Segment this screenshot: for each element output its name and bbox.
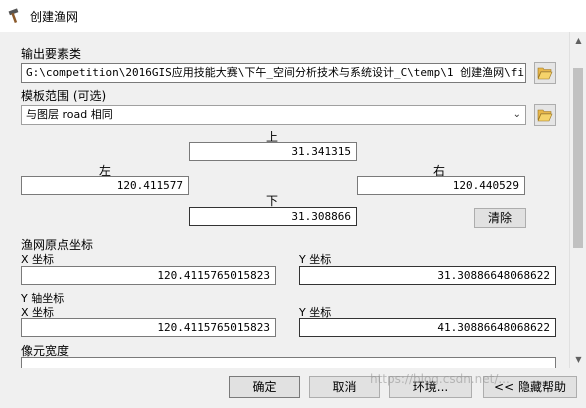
output-path-input[interactable]: G:\competition\2016GIS应用技能大赛\下午_空间分析技术与系… (21, 63, 526, 83)
vertical-scrollbar[interactable]: ▲ ▼ (569, 32, 586, 368)
bottom-input[interactable]: 31.308866 (189, 207, 357, 226)
scroll-down-icon[interactable]: ▼ (570, 351, 586, 368)
clear-button[interactable]: 清除 (474, 208, 526, 228)
title-bar: 创建渔网 (0, 0, 586, 32)
cell-width-input[interactable] (21, 357, 556, 368)
output-label: 输出要素类 (21, 47, 82, 61)
browse-template-button[interactable] (534, 104, 556, 126)
browse-output-button[interactable] (534, 62, 556, 84)
origin-y-input[interactable]: 31.30886648068622 (299, 266, 556, 285)
hammer-icon (8, 8, 19, 24)
ok-button[interactable]: 确定 (229, 376, 300, 398)
scroll-thumb[interactable] (573, 68, 583, 248)
template-extent-select[interactable]: 与图层 road 相同 ⌄ (21, 105, 526, 125)
form-panel: 输出要素类 G:\competition\2016GIS应用技能大赛\下午_空间… (0, 32, 586, 368)
window-title: 创建渔网 (30, 10, 79, 24)
top-input[interactable]: 31.341315 (189, 142, 357, 161)
template-extent-label: 模板范围 (可选) (21, 89, 107, 103)
watermark: https://blog.csdn.net/... (370, 372, 510, 386)
folder-open-icon (537, 109, 553, 122)
yaxis-y-input[interactable]: 41.30886648068622 (299, 318, 556, 337)
origin-y-label: Y 坐标 (299, 253, 332, 266)
right-input[interactable]: 120.440529 (357, 176, 525, 195)
origin-x-label: X 坐标 (21, 253, 55, 266)
yaxis-x-input[interactable]: 120.4115765015823 (21, 318, 276, 337)
chevron-down-icon: ⌄ (512, 109, 521, 120)
scroll-up-icon[interactable]: ▲ (570, 32, 586, 49)
left-input[interactable]: 120.411577 (21, 176, 189, 195)
origin-x-input[interactable]: 120.4115765015823 (21, 266, 276, 285)
folder-open-icon (537, 67, 553, 80)
template-extent-value: 与图层 road 相同 (26, 108, 113, 121)
